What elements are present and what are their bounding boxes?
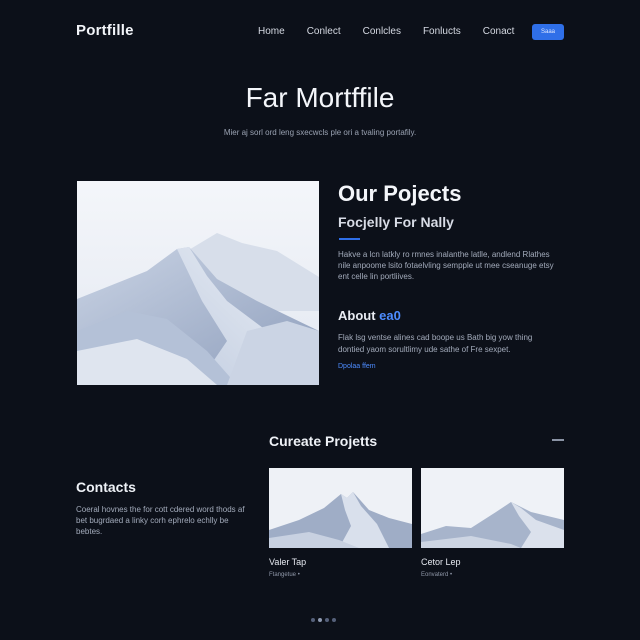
about-title-text: About bbox=[338, 308, 380, 323]
nav-link-home[interactable]: Home bbox=[258, 26, 285, 37]
nav-link-conlcles[interactable]: Conlcles bbox=[363, 26, 401, 37]
about-link[interactable]: Dpolaa ffem bbox=[338, 363, 376, 370]
project-thumbnail bbox=[421, 468, 564, 548]
project-card-meta: Ftangetue • bbox=[269, 572, 300, 578]
pagination-dot[interactable] bbox=[318, 618, 322, 622]
contacts-description: Coeral hovnes the for cott cdered word t… bbox=[76, 505, 245, 536]
projects-subtitle: Focjelly For Nally bbox=[338, 214, 454, 230]
nav-link-conlect[interactable]: Conlect bbox=[307, 26, 341, 37]
pagination-dot[interactable] bbox=[332, 618, 336, 622]
pagination-dot[interactable] bbox=[325, 618, 329, 622]
project-card[interactable]: Valer Tap Ftangetue • bbox=[269, 468, 412, 578]
mountain-image bbox=[77, 181, 319, 385]
header-cta-button[interactable]: Saaa bbox=[532, 24, 564, 40]
projects-title: Our Pojects bbox=[338, 181, 462, 206]
hero-subtitle: Mier aj sorl ord leng sxecwcls ple ori a… bbox=[223, 128, 417, 137]
mountain-thumbnail-icon bbox=[269, 468, 412, 548]
project-thumbnail bbox=[269, 468, 412, 548]
minus-icon[interactable] bbox=[552, 439, 564, 441]
about-title-accent: ea0 bbox=[379, 308, 401, 323]
mountain-illustration bbox=[77, 181, 319, 385]
project-card-meta: Eonvaterd • bbox=[421, 572, 453, 578]
project-card-title: Valer Tap bbox=[269, 557, 307, 567]
project-card[interactable]: Cetor Lep Eonvaterd • bbox=[421, 468, 564, 578]
about-description: Flak lsg ventse alines cad boope us Bath… bbox=[338, 333, 533, 354]
projects-description: Hakve a lcn latkly ro rmnes inalanthe la… bbox=[338, 250, 554, 281]
site-logo[interactable]: Portfille bbox=[76, 22, 134, 39]
main-nav: Home Conlect Conlcles Fonlucts Conact bbox=[258, 26, 514, 37]
hero-title: Far Mortffile bbox=[245, 82, 395, 113]
project-card-title: Cetor Lep bbox=[421, 557, 461, 567]
curated-projects-title: Cureate Projetts bbox=[269, 433, 378, 449]
nav-link-conact[interactable]: Conact bbox=[483, 26, 515, 37]
mountain-thumbnail-icon bbox=[421, 468, 564, 548]
accent-divider bbox=[339, 238, 360, 240]
nav-link-fonlucts[interactable]: Fonlucts bbox=[423, 26, 461, 37]
about-title: About ea0 bbox=[338, 308, 401, 323]
pagination-dots bbox=[311, 618, 336, 622]
contacts-title: Contacts bbox=[76, 479, 136, 495]
pagination-dot[interactable] bbox=[311, 618, 315, 622]
